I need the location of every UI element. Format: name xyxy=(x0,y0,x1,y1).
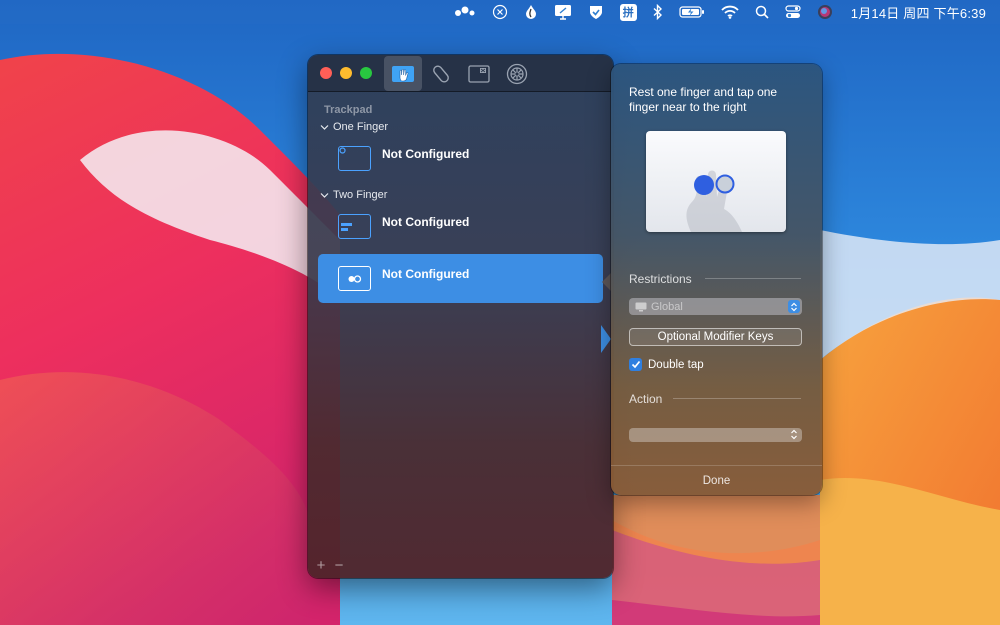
chevron-down-icon xyxy=(320,124,329,130)
optional-modifier-keys-button[interactable]: Optional Modifier Keys xyxy=(629,328,802,346)
action-label: Action xyxy=(629,392,663,406)
scope-select-value: Global xyxy=(651,300,683,313)
double-tap-label: Double tap xyxy=(648,358,704,371)
spotlight-search-icon[interactable] xyxy=(747,0,777,24)
window-close-button[interactable] xyxy=(320,67,332,79)
gesture-row-label: Not Configured xyxy=(382,147,470,161)
double-tap-checkbox[interactable] xyxy=(629,358,642,371)
tab-preferences[interactable] xyxy=(498,56,536,91)
action-select[interactable] xyxy=(629,428,802,442)
gesture-description: Rest one finger and tap one finger near … xyxy=(629,85,778,114)
add-gesture-button[interactable]: + xyxy=(314,557,328,574)
popover-footer: Done xyxy=(611,465,822,495)
window-snap-icon xyxy=(468,64,490,83)
tap-one-finger-right-icon xyxy=(338,266,371,291)
group-header-label: One Finger xyxy=(333,121,389,133)
finger-tap-dot xyxy=(715,174,735,194)
screen-share-icon[interactable] xyxy=(546,0,580,24)
chevron-down-icon xyxy=(320,192,329,198)
action-divider xyxy=(673,398,801,399)
battery-icon[interactable] xyxy=(671,0,713,24)
gesture-row-label: Not Configured xyxy=(382,215,470,229)
gesture-row-two-finger-1[interactable]: Not Configured xyxy=(318,202,603,251)
window-minimize-button[interactable] xyxy=(340,67,352,79)
shield-check-icon[interactable] xyxy=(580,0,612,24)
trackpad-hand-icon xyxy=(392,65,414,82)
pinyin-input-icon[interactable]: 拼 xyxy=(612,0,645,24)
menubar-clock[interactable]: 1月14日 周四 下午6:39 xyxy=(841,0,986,24)
popover-arrow xyxy=(602,273,611,291)
restrictions-divider xyxy=(705,278,801,279)
droplet-icon[interactable] xyxy=(516,0,546,24)
dots-icon[interactable] xyxy=(446,0,484,24)
checkmark-icon xyxy=(631,360,640,369)
remove-gesture-button[interactable]: − xyxy=(332,557,346,574)
menu-bar: 拼 1月14日 周四 下午6:39 xyxy=(0,0,1000,24)
gesture-row-two-finger-2[interactable]: Not Configured xyxy=(318,254,603,303)
finger-rest-dot xyxy=(694,175,714,195)
single-tap-icon xyxy=(338,146,371,171)
selection-pointer xyxy=(601,325,611,353)
select-stepper-icon xyxy=(788,300,800,313)
double-tap-option[interactable]: Double tap xyxy=(629,358,704,371)
pinyin-input-label: 拼 xyxy=(619,3,637,21)
group-header-two-finger[interactable]: Two Finger xyxy=(320,189,387,201)
select-stepper-icon xyxy=(791,429,797,440)
close-circle-icon[interactable] xyxy=(484,0,516,24)
display-icon xyxy=(635,302,647,311)
wifi-icon[interactable] xyxy=(713,0,747,24)
gesture-preview xyxy=(646,131,786,232)
gesture-popover: Rest one finger and tap one finger near … xyxy=(611,64,822,495)
sidebar-title: Trackpad xyxy=(324,104,373,116)
list-toolbar: + − xyxy=(314,557,346,574)
scope-select[interactable]: Global xyxy=(629,298,802,315)
tab-magic-mouse[interactable] xyxy=(422,56,460,91)
gesture-row-label: Not Configured xyxy=(382,267,470,281)
siri-icon[interactable] xyxy=(809,0,841,24)
window-toolbar xyxy=(308,55,613,92)
bluetooth-icon[interactable] xyxy=(645,0,671,24)
gestures-window: Trackpad One Finger Not Configured Two F… xyxy=(308,55,613,578)
control-center-icon[interactable] xyxy=(777,0,809,24)
gear-icon xyxy=(506,63,528,84)
two-finger-swipe-icon xyxy=(338,214,371,239)
window-zoom-button[interactable] xyxy=(360,67,372,79)
gesture-row-one-finger-1[interactable]: Not Configured xyxy=(318,134,603,183)
done-button[interactable]: Done xyxy=(703,475,731,487)
tab-trackpad[interactable] xyxy=(384,56,422,91)
magic-mouse-icon xyxy=(433,64,449,83)
group-header-label: Two Finger xyxy=(333,189,388,201)
group-header-one-finger[interactable]: One Finger xyxy=(320,121,388,133)
restrictions-label: Restrictions xyxy=(629,272,692,286)
tab-window-snap[interactable] xyxy=(460,56,498,91)
